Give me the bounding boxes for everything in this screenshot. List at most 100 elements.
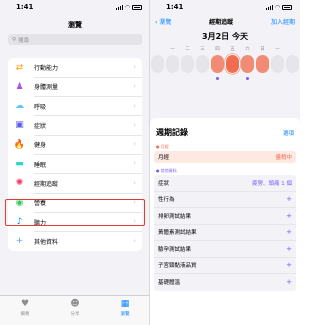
day-circle[interactable] [166,55,179,73]
category-row[interactable]: ◉ 營養 › [8,193,142,213]
chevron-right-icon: › [133,63,136,71]
category-row[interactable]: ⇄ 行動能力 › [8,58,142,78]
day-circle[interactable] [271,55,284,73]
chevron-right-icon: › [133,198,136,207]
day-circle-period[interactable] [241,55,254,73]
sharing-icon: ☻ [70,299,80,309]
symptom-dot [216,77,219,80]
category-label: 身體測量 [34,84,59,92]
wifi-icon: ◠ [125,3,130,11]
category-row[interactable]: ✺ 經期追蹤 › [8,174,142,194]
category-label: 呼吸 [34,103,47,111]
battery-icon [282,4,292,10]
category-row[interactable]: ▬ 睡眠 › [8,154,142,175]
browse-icon: ▦ [120,299,130,309]
record-label: 驗孕測試結果 [158,246,192,253]
chevron-right-icon: › [133,120,136,129]
day-circle[interactable] [286,55,299,73]
tab-browse[interactable]: ▦ 瀏覽 [105,300,145,325]
symptoms-icon: ▣ [15,120,24,131]
day-circle-today[interactable] [226,55,239,73]
day-circle-period[interactable] [256,55,269,73]
day-circle[interactable] [196,55,209,73]
weekday-label: 二 [185,47,190,52]
add-record-icon: + [286,211,292,220]
chevron-right-icon: › [133,140,136,149]
cycle-log-card: 週期記錄 選項 ● 月經 月經 量稍中 ● 其他資料 症狀 疲勞、頭痛 1 個性行… [150,118,300,325]
browse-screen: 1:41 ◠ 瀏覽 ⚲ 搜尋 ⇄ 行動能力 › ♟ 身體測量 › ☁ 呼吸 › ▣ 症狀 › 🔥 健身 › ▬… [0,0,150,325]
category-row[interactable]: ♪ 聽力 › [8,212,142,232]
record-label: 子宮頸黏液品質 [158,263,197,270]
category-row[interactable]: ♟ 身體測量 › [8,77,142,97]
records-list: 症狀 疲勞、頭痛 1 個性行為 + 排卵測試結果 + 黃體素測試結果 + 驗孕測試結果 + 子宮頸… [154,175,296,291]
wifi-icon: ◠ [275,3,280,11]
mobility-icon: ⇄ [15,62,24,73]
record-label: 性行為 [158,197,175,204]
weekday-label [286,46,299,53]
category-label: 其他資料 [34,238,59,246]
day-circle-period[interactable] [211,55,224,73]
day-circle[interactable] [151,55,164,73]
fitness-icon: 🔥 [13,139,26,150]
chevron-left-icon: ‹ [155,18,158,26]
add-period-button[interactable]: 加入經期 [271,17,295,26]
record-label: 基礎體溫 [158,280,181,287]
record-row[interactable]: 子宮頸黏液品質 + [154,258,296,274]
search-placeholder: 搜尋 [18,37,30,44]
nav-bar: ‹ 瀏覽 經期追蹤 加入經期 [150,14,300,28]
hearing-icon: ♪ [16,216,23,227]
record-row[interactable]: 症狀 疲勞、頭痛 1 個 [154,175,296,192]
page-title: 瀏覽 [68,21,82,29]
add-record-icon: + [286,278,292,287]
nav-title: 經期追蹤 [209,18,234,26]
battery-icon [132,4,142,10]
category-list: ⇄ 行動能力 › ♟ 身體測量 › ☁ 呼吸 › ▣ 症狀 › 🔥 健身 › ▬ 睡眠 › ✺ 經期追蹤 › ◉ 營養 › ♪ 聽… [8,58,142,251]
signal-icon [265,4,274,10]
sleep-icon: ▬ [15,158,24,169]
body-measurements-icon: ♟ [15,81,24,92]
category-row[interactable]: + 其他資料 › [8,232,142,251]
category-label: 聽力 [34,219,47,227]
record-row[interactable]: 基礎體溫 + [154,274,296,291]
day-circle[interactable] [181,55,194,73]
cycle-log-title: 週期記錄 [156,128,188,137]
record-row[interactable]: 性行為 + [154,192,296,208]
add-record-icon: + [286,195,292,204]
back-button[interactable]: ‹ 瀏覽 [155,17,171,26]
period-row[interactable]: 月經 量稍中 [154,151,296,163]
weekday-label [151,46,164,53]
tab-sharing[interactable]: ☻ 分享 [55,300,95,325]
options-button[interactable]: 選項 [283,127,294,138]
symptom-dots [150,77,300,82]
add-record-icon: + [286,244,292,253]
date-title: 3月2日 今天 [202,32,248,41]
weekday-row: 一二三四五六日一 [150,46,300,53]
category-row[interactable]: 🔥 健身 › [8,135,142,155]
weekday-label: 四 [215,47,220,52]
category-row[interactable]: ▣ 症狀 › [8,116,142,136]
record-row[interactable]: 驗孕測試結果 + [154,241,296,258]
chevron-right-icon: › [133,101,136,110]
add-record-icon: + [286,261,292,270]
category-row[interactable]: ☁ 呼吸 › [8,97,142,117]
record-row[interactable]: 黃體素測試結果 + [154,225,296,241]
chevron-right-icon: › [133,159,136,168]
search-input[interactable]: ⚲ 搜尋 [8,34,142,45]
cycle-timeline[interactable] [150,54,300,74]
chevron-right-icon: › [133,82,136,91]
cycle-tracking-icon: ✺ [15,178,24,189]
weekday-label: 一 [275,47,280,52]
other-data-icon: + [15,236,24,247]
other-section-label: ● 其他資料 [156,168,177,173]
record-row[interactable]: 排卵測試結果 + [154,208,296,225]
tab-summary[interactable]: ♥ 摘要 [5,300,45,325]
weekday-label: 六 [245,47,250,52]
category-label: 健身 [34,142,47,150]
symptom-dot [246,77,249,80]
record-label: 症狀 [158,180,170,187]
weekday-label: 三 [200,47,205,52]
signal-icon [115,4,124,10]
cycle-tracking-screen: 1:41 ◠ ‹ 瀏覽 經期追蹤 加入經期 3月2日 今天 一 二 三 四 五 六 日 一 週… [150,0,300,325]
period-section-label: ● 月經 [156,144,169,149]
record-label: 排卵測試結果 [158,213,192,220]
